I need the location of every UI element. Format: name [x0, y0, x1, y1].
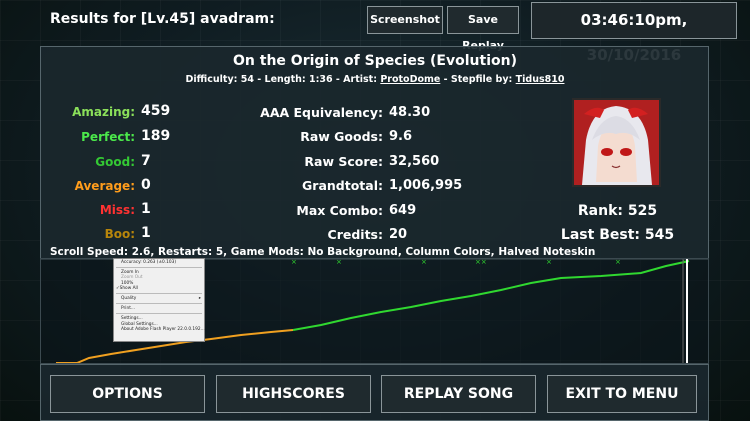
song-info: Difficulty: 54 - Length: 1:36 - Artist: … — [0, 74, 750, 85]
player-last-best: Last Best: 545 — [560, 227, 675, 243]
ctx-item-accuracy[interactable]: Accuracy: 0.263 (±0.103) — [114, 260, 204, 265]
miss-marker: × — [546, 259, 552, 266]
graph-line-late — [292, 260, 690, 331]
miss-marker: × — [336, 259, 342, 266]
stat-value-max-combo: 649 — [389, 203, 417, 218]
replay-song-button[interactable]: REPLAY SONG — [381, 375, 536, 413]
ctx-separator — [116, 292, 202, 294]
player-rank: Rank: 525 — [577, 203, 658, 219]
player-avatar — [572, 98, 661, 187]
stat-label-raw-score: Raw Score: — [304, 154, 383, 169]
submenu-arrow-icon: ▸ — [198, 295, 201, 301]
ctx-separator — [116, 303, 202, 305]
stat-label-raw-goods: Raw Goods: — [300, 129, 383, 144]
stat-value-credits: 20 — [389, 227, 408, 242]
stat-label-aaa: AAA Equivalency: — [260, 105, 383, 120]
ctx-item-show-all[interactable]: ✓Show All — [114, 286, 204, 291]
stat-value-grandtotal: 1,006,995 — [389, 178, 463, 193]
ctx-item-quality-label: Quality — [121, 295, 137, 301]
exit-to-menu-button[interactable]: EXIT TO MENU — [547, 375, 697, 413]
song-details: Difficulty: 54 - Length: 1:36 - Artist: — [185, 74, 381, 85]
datetime-display: 03:46:10pm, 30/10/2016 — [531, 2, 737, 64]
miss-marker: × — [421, 259, 427, 266]
ctx-item-about-flash[interactable]: About Adobe Flash Player 22.0.0.192... — [114, 327, 205, 332]
stat-value-aaa: 48.30 — [389, 105, 431, 120]
results-title: Results for [Lv.45] avadram: — [50, 11, 275, 27]
ctx-separator — [116, 267, 202, 269]
save-replay-button[interactable]: Save Replay — [447, 6, 519, 52]
ctx-item-print[interactable]: Print... — [114, 306, 204, 311]
highscores-button[interactable]: HIGHSCORES — [216, 375, 371, 413]
stat-label-credits: Credits: — [327, 227, 383, 242]
miss-marker: × — [615, 259, 621, 266]
artist-link[interactable]: ProtoDome — [380, 74, 440, 85]
avatar-image — [574, 100, 659, 185]
miss-marker: × — [291, 259, 297, 266]
ctx-item-quality[interactable]: Quality ▸ — [114, 296, 204, 301]
options-button[interactable]: OPTIONS — [50, 375, 205, 413]
stat-label-grandtotal: Grandtotal: — [302, 178, 383, 193]
ctx-item-show-all-label: Show All — [119, 285, 138, 291]
miss-marker: ×× — [475, 259, 487, 266]
stepfile-prefix: - Stepfile by: — [440, 74, 516, 85]
stat-label-max-combo: Max Combo: — [296, 203, 383, 218]
ctx-separator — [116, 313, 202, 315]
game-mods-line: Scroll Speed: 2.6, Restarts: 5, Game Mod… — [50, 246, 596, 258]
song-title: On the Origin of Species (Evolution) — [233, 53, 517, 69]
stat-value-raw-score: 32,560 — [389, 154, 440, 169]
stat-value-raw-goods: 9.6 — [389, 129, 413, 144]
screenshot-button[interactable]: Screenshot — [367, 6, 443, 34]
stepfile-author-link[interactable]: Tidus810 — [516, 74, 565, 85]
flash-context-menu[interactable]: Accuracy: 0.263 (±0.103) Zoom In Zoom Ou… — [113, 258, 205, 342]
